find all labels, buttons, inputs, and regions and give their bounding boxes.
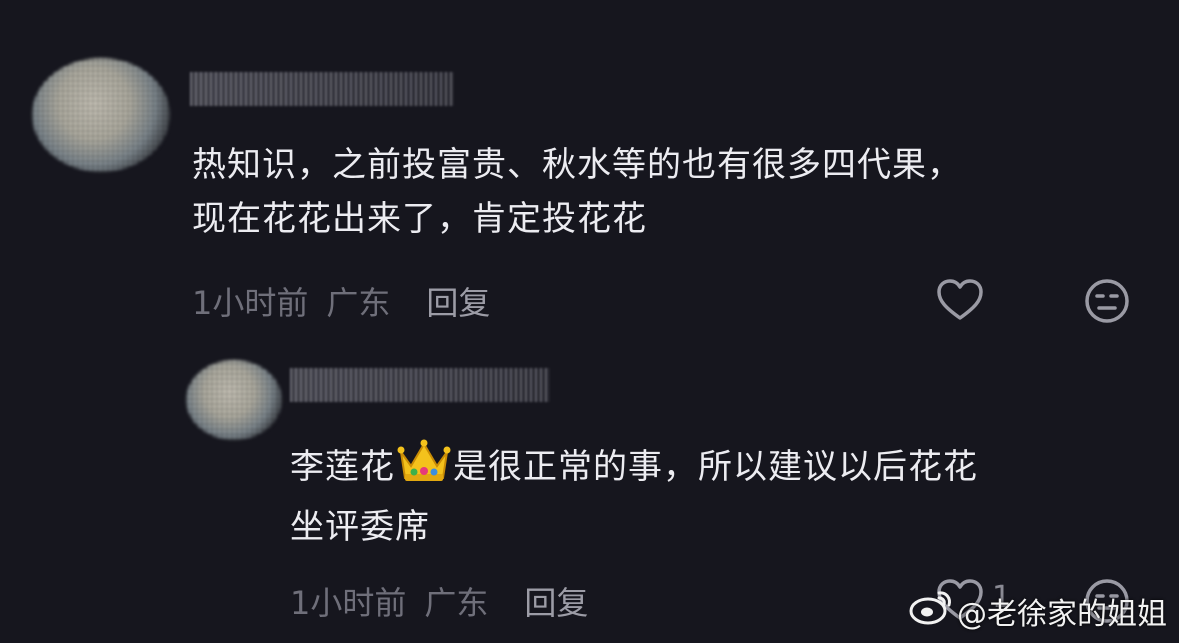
comment-text: 李莲花 是很正常的事，所以建议以后花花 坐评委席 (290, 438, 978, 554)
comment-line: 热知识，之前投富贵、秋水等的也有很多四代果， (192, 145, 962, 185)
comment-line: 坐评委席 (290, 507, 430, 547)
location: 广东 (424, 584, 489, 622)
username-blurred[interactable] (190, 72, 454, 106)
reply-button[interactable]: 回复 (426, 278, 490, 324)
watermark-handle: @老徐家的姐姐 (957, 597, 1167, 632)
dislike-face-icon[interactable] (1084, 278, 1130, 328)
timestamp: 1小时前 (192, 284, 309, 322)
weibo-icon (909, 589, 957, 633)
location: 广东 (326, 284, 391, 322)
reply-button[interactable]: 回复 (524, 578, 588, 624)
comment-meta: 1小时前 广东 回复 (290, 578, 588, 624)
avatar[interactable] (32, 58, 170, 172)
timestamp: 1小时前 (290, 584, 407, 622)
comment-line: 李莲花 是很正常的事，所以建议以后花花 (290, 438, 978, 500)
avatar[interactable] (186, 360, 282, 440)
comment-text-segment: 李莲花 (290, 447, 395, 487)
username-blurred[interactable] (290, 368, 550, 402)
comment-meta: 1小时前 广东 回复 (192, 278, 490, 324)
weibo-watermark: @老徐家的姐姐 (909, 589, 1167, 633)
comment-text-segment: 是很正常的事，所以建议以后花花 (453, 447, 978, 487)
heart-icon[interactable] (936, 278, 984, 326)
comment-line: 现在花花出来了，肯定投花花 (192, 199, 647, 239)
comment-text: 热知识，之前投富贵、秋水等的也有很多四代果， 现在花花出来了，肯定投花花 (192, 138, 962, 246)
crown-emoji-icon (397, 438, 451, 500)
